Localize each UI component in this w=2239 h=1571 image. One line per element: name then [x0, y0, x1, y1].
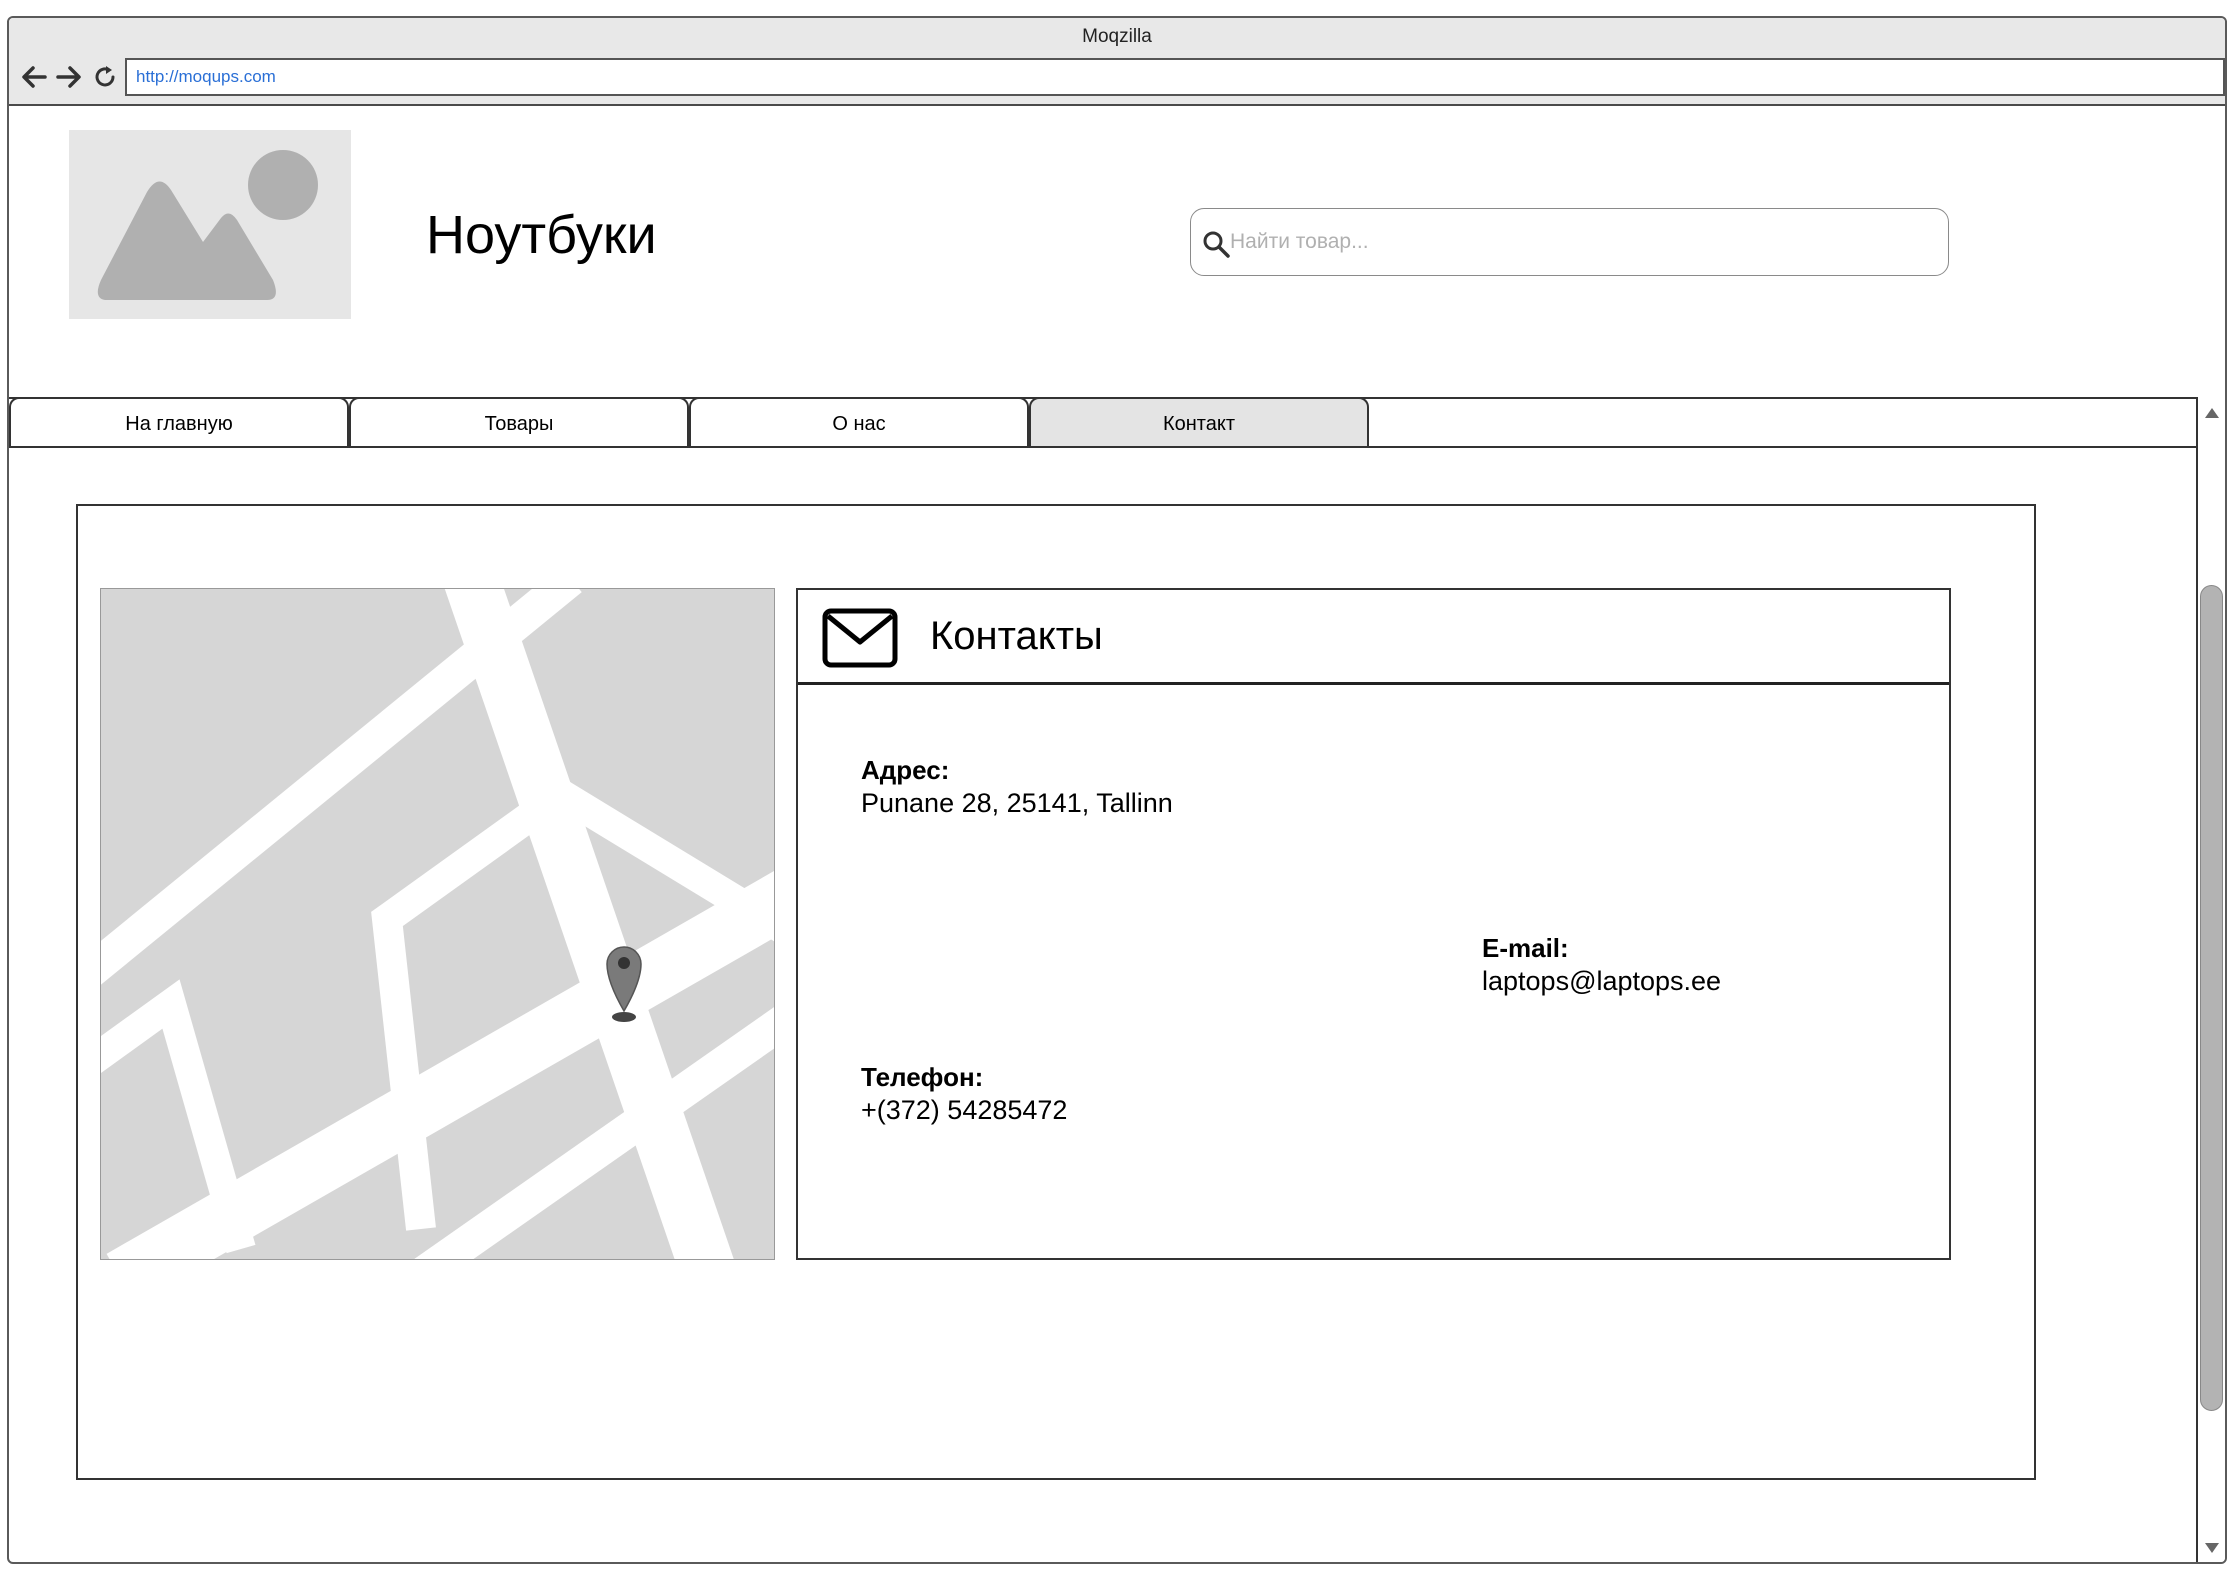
scrollbar-thumb[interactable]: [2200, 585, 2223, 1411]
map-streets: [101, 589, 774, 1259]
email-label: E-mail:: [1482, 933, 1569, 963]
contacts-card: Контакты Адрес: Punane 28, 25141, Tallin…: [796, 588, 1951, 1260]
contacts-title: Контакты: [930, 614, 1103, 658]
address-value: Punane 28, 25141, Tallinn: [861, 788, 1173, 818]
mail-icon: [822, 608, 898, 668]
phone-label: Телефон:: [861, 1062, 984, 1092]
site-title: Ноутбуки: [426, 205, 657, 265]
search-input[interactable]: [1228, 209, 1932, 275]
browser-titlebar: Moqzilla http://moqups.com: [9, 18, 2225, 106]
tab-about[interactable]: О нас: [689, 397, 1029, 447]
reload-icon[interactable]: [90, 62, 120, 92]
browser-window: Moqzilla http://moqups.com Ноутбуки На г…: [7, 16, 2227, 1564]
email-value[interactable]: laptops@laptops.ee: [1482, 966, 1721, 997]
search-box[interactable]: [1190, 208, 1949, 276]
scroll-up-icon[interactable]: [2202, 403, 2222, 423]
tab-contact[interactable]: Контакт: [1029, 397, 1369, 447]
back-arrow-icon[interactable]: [19, 62, 49, 92]
logo-placeholder: [69, 130, 351, 319]
vertical-scrollbar[interactable]: [2196, 397, 2225, 1562]
url-bar[interactable]: http://moqups.com: [125, 58, 2225, 96]
map[interactable]: [100, 588, 775, 1260]
contacts-header: Контакты: [798, 590, 1949, 685]
scroll-down-icon[interactable]: [2202, 1538, 2222, 1558]
window-title: Moqzilla: [1082, 26, 1152, 47]
tabs-bottom-divider: [9, 446, 2196, 448]
tab-home[interactable]: На главную: [9, 397, 349, 447]
image-placeholder-icon: [97, 150, 318, 300]
phone-value[interactable]: +(372) 54285472: [861, 1095, 1067, 1126]
tab-products[interactable]: Товары: [349, 397, 689, 447]
forward-arrow-icon[interactable]: [54, 62, 84, 92]
search-icon: [1203, 231, 1230, 258]
address-label: Адрес:: [861, 755, 950, 785]
